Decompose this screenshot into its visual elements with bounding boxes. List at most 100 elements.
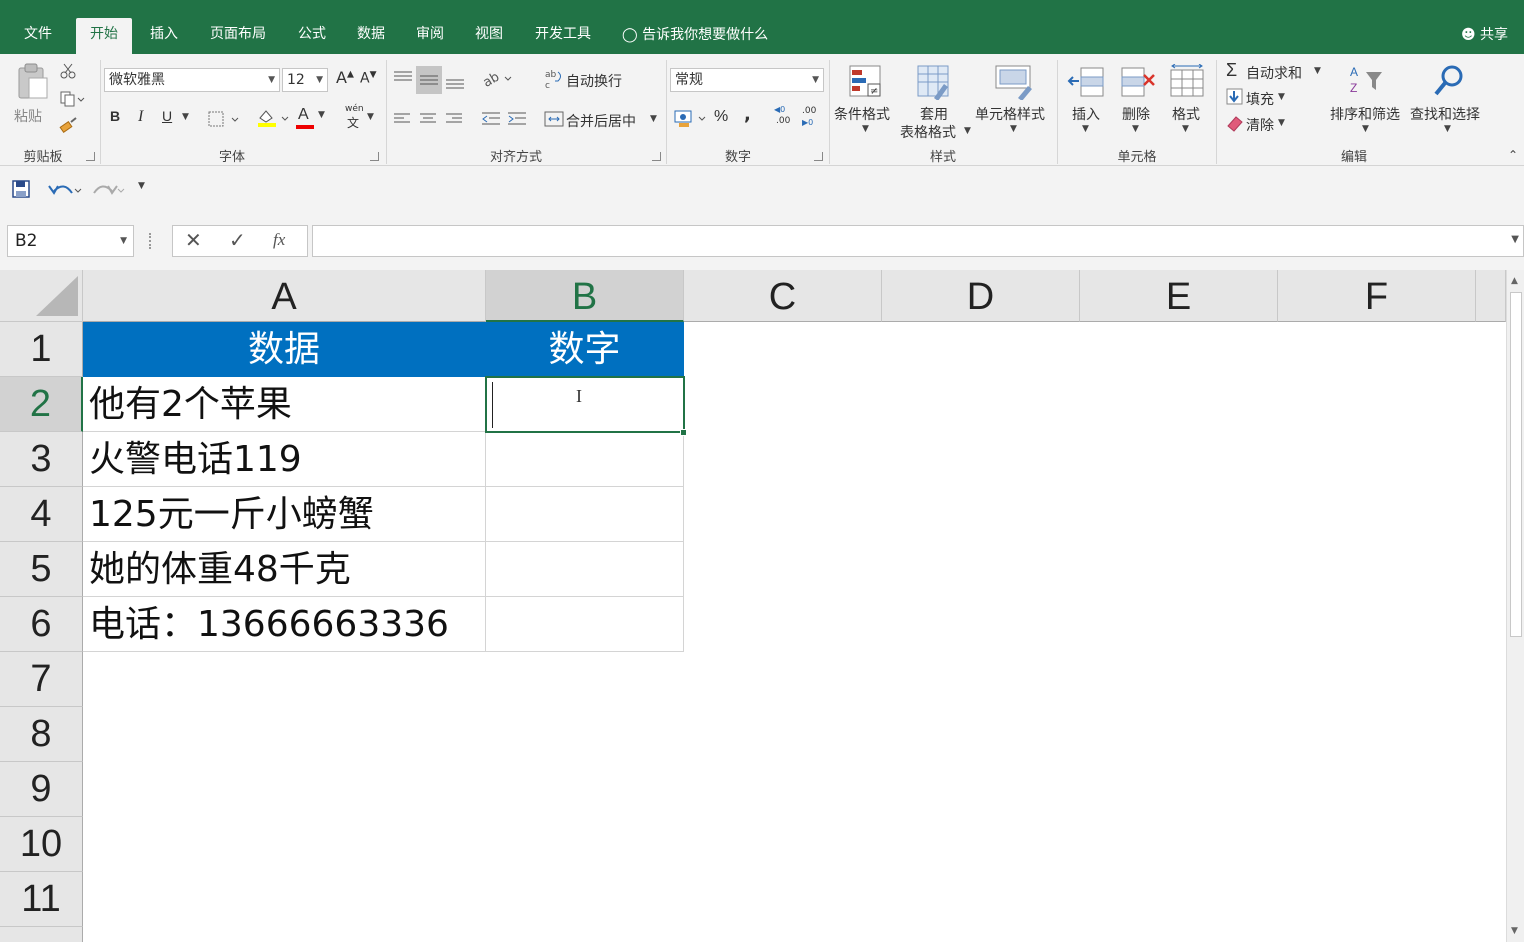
cell-b1[interactable]: 数字 [486, 322, 684, 377]
row-header-5[interactable]: 5 [0, 542, 83, 597]
tab-developer[interactable]: 开发工具 [524, 18, 602, 54]
cancel-icon[interactable]: ✕ [185, 228, 202, 252]
cell-a6[interactable]: 电话：13666663336 [83, 597, 486, 652]
cell-a3[interactable]: 火警电话119 [83, 432, 486, 487]
align-middle-icon[interactable] [418, 70, 440, 92]
format-painter-icon[interactable] [59, 116, 79, 134]
row-header-2[interactable]: 2 [0, 377, 83, 432]
align-top-icon[interactable] [392, 68, 414, 90]
font-name-combo[interactable]: 微软雅黑 ▼ [104, 68, 280, 92]
copy-icon[interactable] [59, 90, 85, 108]
cut-icon[interactable] [59, 62, 77, 80]
font-launcher-icon[interactable] [370, 152, 379, 161]
autosum-button[interactable]: Σ 自动求和 ▼ [1224, 60, 1328, 84]
row-header-6[interactable]: 6 [0, 597, 83, 652]
row-header-3[interactable]: 3 [0, 432, 83, 487]
row-header-9[interactable]: 9 [0, 762, 83, 817]
align-left-icon[interactable] [392, 110, 414, 130]
cell-b3[interactable] [486, 432, 684, 487]
conditional-formatting-button[interactable]: ≠ 条件格式 ▼ [834, 60, 898, 142]
paste-button[interactable]: 粘贴 [10, 60, 52, 140]
tell-me-box[interactable]: ◯ 告诉我你想要做什么 [622, 18, 768, 54]
bold-button[interactable]: B [110, 108, 120, 124]
clear-button[interactable]: 清除 ▼ [1224, 112, 1294, 136]
column-header-d[interactable]: D [882, 270, 1080, 322]
formula-input[interactable]: ▼ [312, 225, 1524, 257]
cell-a5[interactable]: 她的体重48千克 [83, 542, 486, 597]
row-header-11[interactable]: 11 [0, 872, 83, 927]
row-header-10[interactable]: 10 [0, 817, 83, 872]
column-header-b[interactable]: B [486, 270, 684, 322]
enter-check-icon[interactable]: ✓ [229, 228, 246, 252]
vertical-scrollbar[interactable]: ▲ ▼ [1506, 270, 1524, 942]
cell-b4[interactable] [486, 487, 684, 542]
number-format-combo[interactable]: 常规 ▼ [670, 68, 824, 92]
decrease-indent-icon[interactable] [480, 110, 502, 130]
fill-button[interactable]: 填充 ▼ [1224, 86, 1294, 110]
select-all-button[interactable] [0, 270, 83, 322]
scroll-up-icon[interactable]: ▲ [1511, 276, 1518, 286]
shrink-font-button[interactable]: A▼ [360, 70, 377, 87]
decrease-decimal-button[interactable]: .00 ▶0 [800, 106, 824, 132]
collapse-ribbon-icon[interactable]: ⌃ [1508, 148, 1518, 162]
font-color-button[interactable]: A ▼ [296, 106, 332, 129]
phonetic-button[interactable]: wén 文 ▼ [345, 104, 381, 130]
increase-decimal-button[interactable]: ◀0 .00 [774, 105, 798, 132]
font-size-combo[interactable]: 12 ▼ [282, 68, 328, 92]
scroll-down-icon[interactable]: ▼ [1511, 926, 1518, 936]
align-bottom-icon[interactable] [444, 72, 466, 94]
alignment-launcher-icon[interactable] [652, 152, 661, 161]
cell-b5[interactable] [486, 542, 684, 597]
row-header-7[interactable]: 7 [0, 652, 83, 707]
customize-qat-icon[interactable]: ▼ [138, 181, 145, 191]
insert-cells-button[interactable]: 插入 ▼ [1064, 60, 1110, 142]
delete-cells-button[interactable]: 删除 ▼ [1114, 60, 1160, 142]
tab-formulas[interactable]: 公式 [288, 18, 336, 54]
comma-style-button[interactable]: , [744, 104, 751, 125]
save-icon[interactable] [11, 179, 31, 199]
cell-a2[interactable]: 他有2个苹果 [83, 377, 486, 432]
align-right-icon[interactable] [444, 110, 466, 130]
format-cells-button[interactable]: 格式 ▼ [1164, 60, 1210, 142]
tab-data[interactable]: 数据 [347, 18, 395, 54]
cell-b6[interactable] [486, 597, 684, 652]
clipboard-launcher-icon[interactable] [86, 152, 95, 161]
column-header-c[interactable]: C [684, 270, 882, 322]
increase-indent-icon[interactable] [506, 110, 528, 130]
grow-font-button[interactable]: A▲ [336, 68, 354, 87]
fill-handle[interactable] [680, 429, 687, 436]
cell-b2[interactable] [486, 377, 684, 432]
borders-icon[interactable] [207, 110, 241, 128]
accounting-format-icon[interactable] [673, 108, 709, 130]
tab-insert[interactable]: 插入 [140, 18, 188, 54]
sort-filter-button[interactable]: AZ 排序和筛选 ▼ [1328, 60, 1406, 142]
drag-handle-icon[interactable] [149, 233, 152, 249]
tab-home[interactable]: 开始 [76, 18, 132, 54]
column-header-f[interactable]: F [1278, 270, 1476, 322]
italic-button[interactable]: I [138, 108, 143, 126]
row-header-partial[interactable] [0, 927, 83, 942]
cell-a4[interactable]: 125元一斤小螃蟹 [83, 487, 486, 542]
scroll-thumb[interactable] [1510, 292, 1522, 637]
column-header-a[interactable]: A [83, 270, 486, 322]
underline-button[interactable]: U [162, 108, 172, 124]
share-button[interactable]: ☻ 共享 [1461, 18, 1508, 54]
row-header-8[interactable]: 8 [0, 707, 83, 762]
cell-a1[interactable]: 数据 [83, 322, 486, 377]
expand-formula-icon[interactable]: ▼ [1511, 234, 1519, 245]
format-as-table-button[interactable]: 套用 表格格式 ▼ [898, 60, 972, 142]
align-center-icon[interactable] [418, 110, 440, 130]
orientation-icon[interactable]: ab [480, 68, 514, 90]
row-header-1[interactable]: 1 [0, 322, 83, 377]
number-launcher-icon[interactable] [814, 152, 823, 161]
undo-icon[interactable] [46, 179, 82, 199]
chevron-down-icon[interactable]: ▼ [182, 112, 189, 122]
percent-style-button[interactable]: % [714, 108, 728, 126]
name-box[interactable]: B2 ▼ [7, 225, 134, 257]
tab-file[interactable]: 文件 [14, 18, 62, 54]
row-header-4[interactable]: 4 [0, 487, 83, 542]
redo-icon[interactable] [90, 179, 126, 199]
find-select-button[interactable]: 查找和选择 ▼ [1408, 60, 1488, 142]
cell-styles-button[interactable]: 单元格样式 ▼ [974, 60, 1054, 142]
column-header-partial[interactable] [1476, 270, 1506, 322]
